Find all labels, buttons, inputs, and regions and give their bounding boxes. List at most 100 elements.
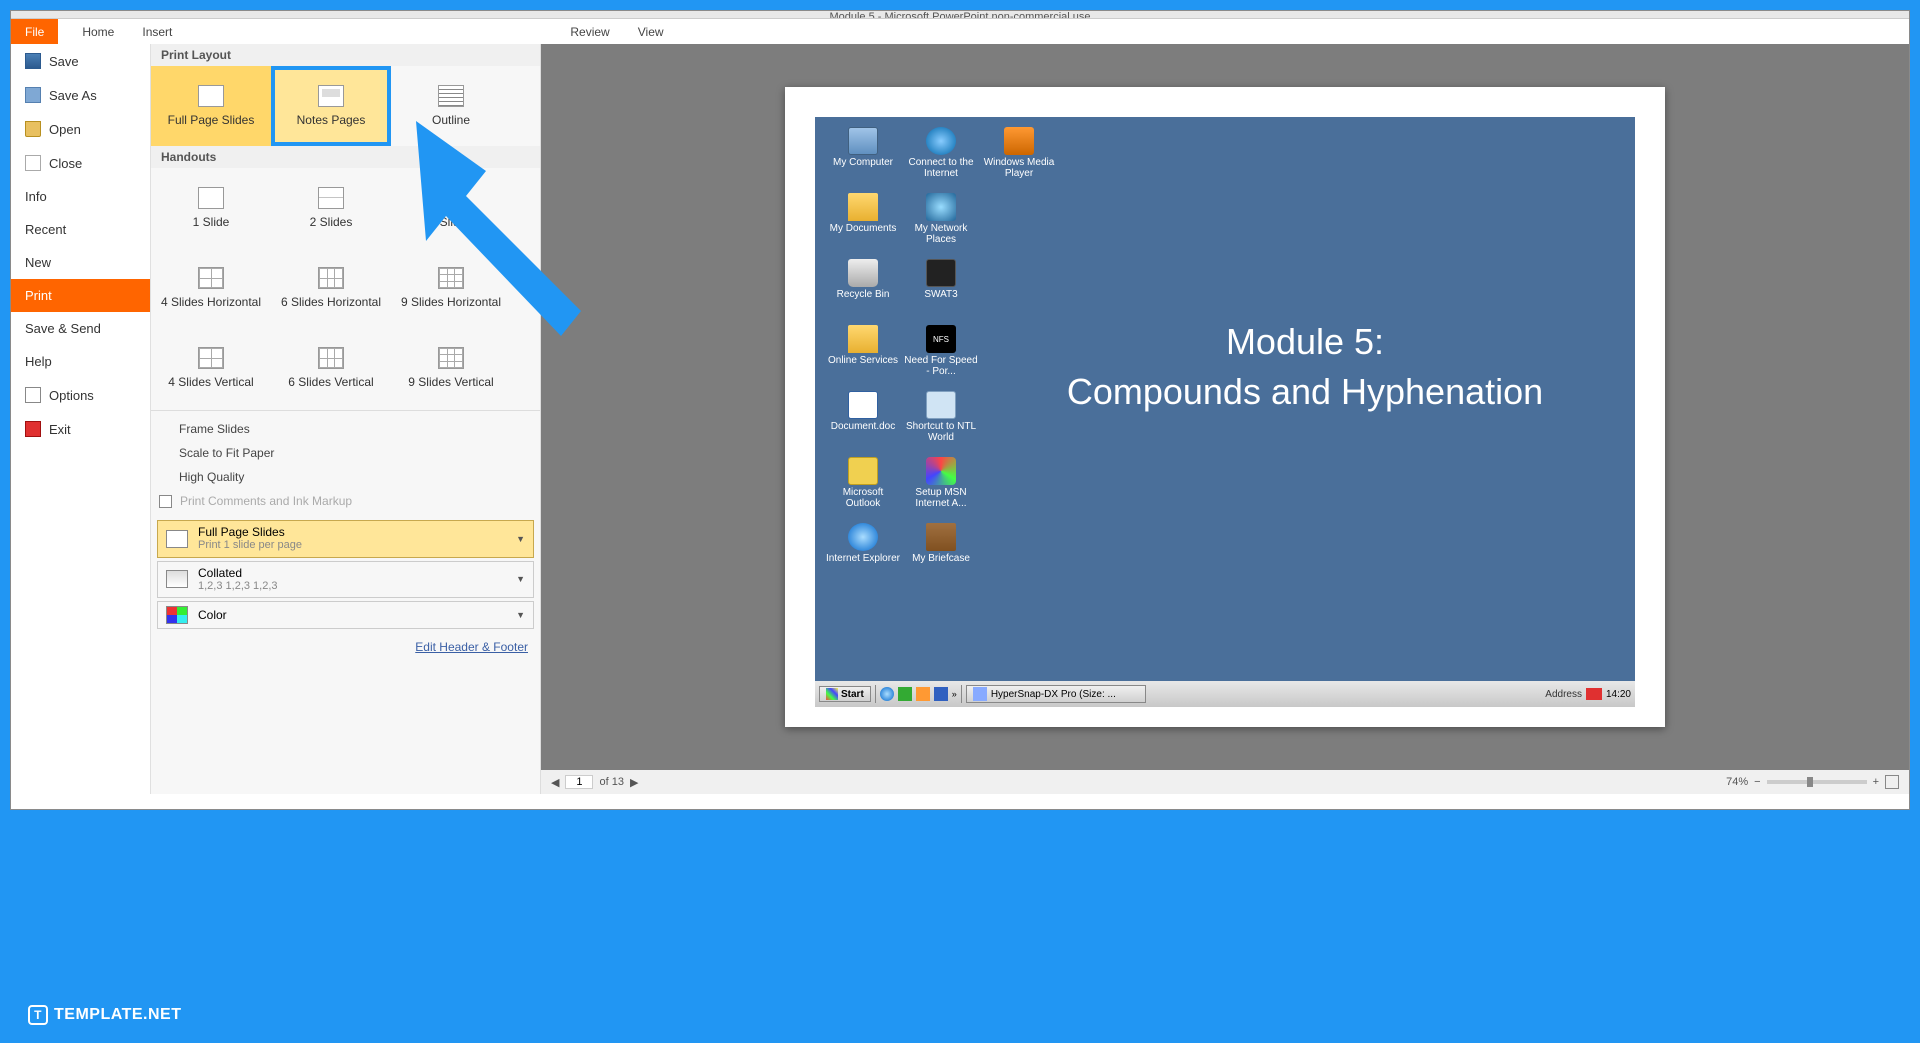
desktop-icon-net-places: My Network Places <box>903 193 979 257</box>
h6h-thumb-icon <box>318 267 344 289</box>
computer-icon <box>848 127 878 155</box>
page-number-input[interactable] <box>565 775 593 789</box>
outline-thumb-icon <box>438 85 464 107</box>
info-button[interactable]: Info <box>11 180 150 213</box>
desktop-icon-ntl: Shortcut to NTL World <box>903 391 979 455</box>
desktop-icon-online: Online Services <box>825 325 901 389</box>
hypersnap-icon <box>973 687 987 701</box>
save-as-icon <box>25 87 41 103</box>
options-button[interactable]: Options <box>11 378 150 412</box>
handout-6h-option[interactable]: 6 Slides Horizontal <box>271 248 391 328</box>
ie-icon <box>848 523 878 551</box>
handout-6v-option[interactable]: 6 Slides Vertical <box>271 328 391 408</box>
collate-dropdown[interactable]: Collated1,2,3 1,2,3 1,2,3 ▼ <box>157 561 534 599</box>
page-total: of 13 <box>599 776 623 788</box>
chevron-down-icon: ▼ <box>516 574 525 584</box>
taskbar-clock: 14:20 <box>1606 689 1631 700</box>
msn-icon <box>926 457 956 485</box>
layout-dropdown[interactable]: Full Page SlidesPrint 1 slide per page ▼ <box>157 520 534 558</box>
zoom-out-button[interactable]: − <box>1754 776 1760 788</box>
new-button[interactable]: New <box>11 246 150 279</box>
print-button[interactable]: Print <box>11 279 150 312</box>
help-button[interactable]: Help <box>11 345 150 378</box>
insert-tab[interactable]: Insert <box>128 20 186 44</box>
recycle-bin-icon <box>848 259 878 287</box>
exit-button[interactable]: Exit <box>11 412 150 446</box>
h4h-thumb-icon <box>198 267 224 289</box>
slide-page: My Computer Connect to the Internet Wind… <box>785 87 1665 727</box>
zoom-level: 74% <box>1726 776 1748 788</box>
slide-title: Module 5: Compounds and Hyphenation <box>1035 317 1575 418</box>
checkbox-icon <box>159 495 172 508</box>
title-bar: Module 5 - Microsoft PowerPoint non-comm… <box>11 11 1909 19</box>
h2-thumb-icon <box>318 187 344 209</box>
layout-thumb-icon <box>166 530 188 548</box>
desktop-icon-nfs: NFSNeed For Speed - Por... <box>903 325 979 389</box>
h4v-thumb-icon <box>198 347 224 369</box>
frame-slides-option[interactable]: Frame Slides <box>151 417 540 441</box>
folder-icon <box>848 325 878 353</box>
fit-to-window-button[interactable] <box>1885 775 1899 789</box>
prev-page-button[interactable]: ◀ <box>551 776 559 789</box>
view-tab[interactable]: View <box>624 20 678 44</box>
handout-2-option[interactable]: 2 Slides <box>271 168 391 248</box>
folder-icon <box>848 193 878 221</box>
notes-pages-option[interactable]: Notes Pages <box>271 66 391 146</box>
handout-4h-option[interactable]: 4 Slides Horizontal <box>151 248 271 328</box>
briefcase-icon <box>926 523 956 551</box>
color-icon <box>166 606 188 624</box>
save-send-button[interactable]: Save & Send <box>11 312 150 345</box>
desktop-icon-my-computer: My Computer <box>825 127 901 191</box>
wmp-icon <box>1004 127 1034 155</box>
print-comments-option: Print Comments and Ink Markup <box>151 489 540 513</box>
review-tab[interactable]: Review <box>556 20 623 44</box>
swat-icon <box>926 259 956 287</box>
handout-1-option[interactable]: 1 Slide <box>151 168 271 248</box>
color-dropdown[interactable]: Color ▼ <box>157 601 534 629</box>
start-button: Start <box>819 686 871 702</box>
taskbar-ie-icon <box>880 687 894 701</box>
full-page-slides-option[interactable]: Full Page Slides <box>151 66 271 146</box>
edit-header-footer-link[interactable]: Edit Header & Footer <box>151 632 540 662</box>
nfs-icon: NFS <box>926 325 956 353</box>
desktop-icon-doc: Document.doc <box>825 391 901 455</box>
open-icon <box>25 121 41 137</box>
taskbar-word-icon <box>934 687 948 701</box>
next-page-button[interactable]: ▶ <box>630 776 638 789</box>
file-tab[interactable]: File <box>11 19 58 44</box>
high-quality-option[interactable]: High Quality <box>151 465 540 489</box>
word-doc-icon <box>848 391 878 419</box>
zoom-slider[interactable] <box>1767 780 1867 784</box>
home-tab[interactable]: Home <box>68 20 128 44</box>
zoom-in-button[interactable]: + <box>1873 776 1879 788</box>
recent-button[interactable]: Recent <box>11 213 150 246</box>
desktop-icon-recycle: Recycle Bin <box>825 259 901 323</box>
app-window: Module 5 - Microsoft PowerPoint non-comm… <box>10 10 1910 810</box>
full-page-thumb-icon <box>198 85 224 107</box>
network-icon <box>926 193 956 221</box>
desktop-icon-msn: Setup MSN Internet A... <box>903 457 979 521</box>
chevron-down-icon: ▼ <box>516 610 525 620</box>
open-button[interactable]: Open <box>11 112 150 146</box>
collate-icon <box>166 570 188 588</box>
notes-thumb-icon <box>318 85 344 107</box>
handout-4v-option[interactable]: 4 Slides Vertical <box>151 328 271 408</box>
desktop-icon-connect: Connect to the Internet <box>903 127 979 191</box>
save-button[interactable]: Save <box>11 44 150 78</box>
save-icon <box>25 53 41 69</box>
ati-icon <box>1586 688 1602 700</box>
h6v-thumb-icon <box>318 347 344 369</box>
print-layout-header: Print Layout <box>151 44 540 66</box>
taskbar: Start » HyperSnap-DX Pro (Size: ... Addr… <box>815 681 1635 707</box>
close-button[interactable]: Close <box>11 146 150 180</box>
scale-fit-option[interactable]: Scale to Fit Paper <box>151 441 540 465</box>
taskbar-app: HyperSnap-DX Pro (Size: ... <box>966 685 1146 703</box>
taskbar-address-label: Address <box>1545 689 1582 700</box>
callout-arrow-icon <box>406 111 596 341</box>
taskbar-excel-icon <box>898 687 912 701</box>
save-as-button[interactable]: Save As <box>11 78 150 112</box>
watermark-badge-icon: T <box>28 1005 48 1025</box>
close-icon <box>25 155 41 171</box>
print-preview: My Computer Connect to the Internet Wind… <box>541 44 1909 794</box>
h9v-thumb-icon <box>438 347 464 369</box>
